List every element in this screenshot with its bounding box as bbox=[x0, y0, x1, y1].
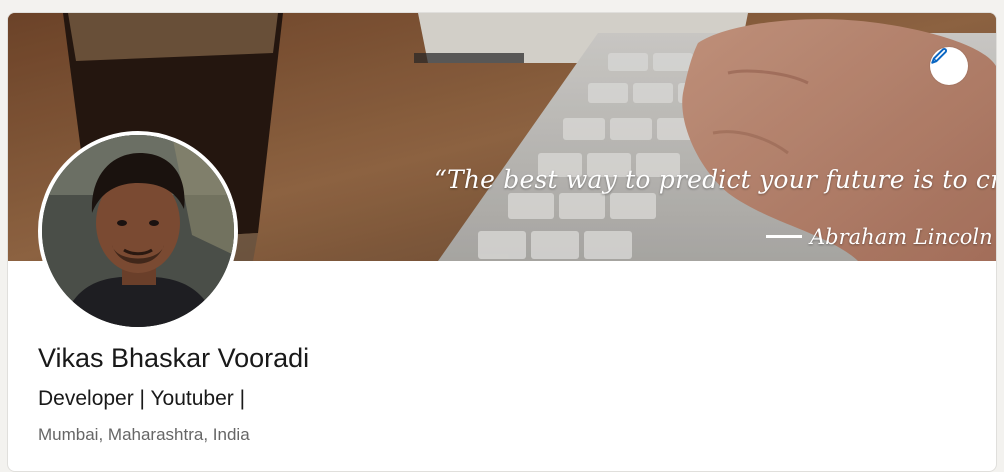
author-dash bbox=[766, 235, 802, 238]
pencil-icon bbox=[931, 48, 947, 64]
profile-name: Vikas Bhaskar Vooradi bbox=[38, 343, 310, 373]
banner-quote-text: “The best way to predict your future is … bbox=[434, 165, 996, 194]
banner-quote-author: Abraham Lincoln bbox=[766, 225, 993, 249]
profile-card: “The best way to predict your future is … bbox=[7, 12, 997, 472]
profile-avatar[interactable] bbox=[38, 131, 238, 331]
author-name: Abraham Lincoln bbox=[810, 225, 993, 249]
edit-banner-button[interactable] bbox=[930, 47, 968, 85]
profile-location: Mumbai, Maharashtra, India bbox=[38, 425, 250, 444]
profile-headline: Developer | Youtuber | bbox=[38, 387, 246, 410]
avatar-photo bbox=[42, 135, 234, 327]
